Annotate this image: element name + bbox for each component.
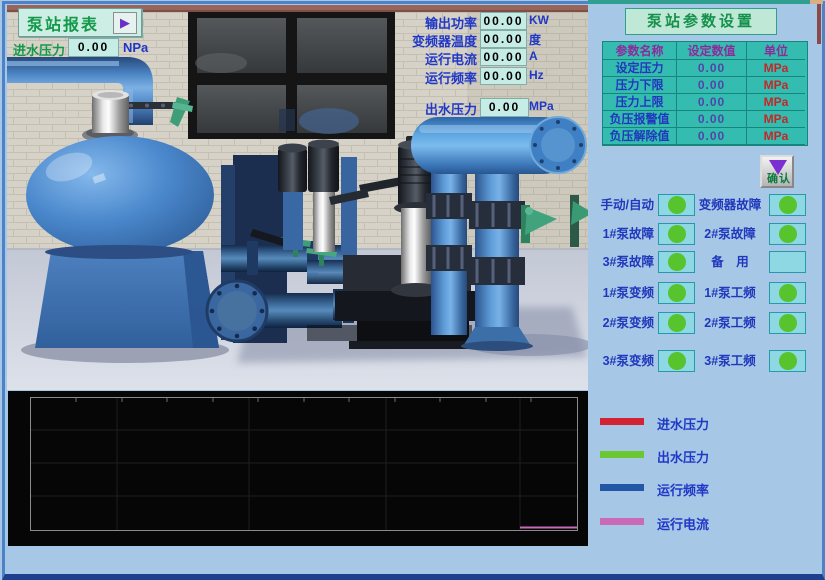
lamp-pump2-vfd (658, 312, 695, 334)
param-row-value[interactable]: 0.00 (677, 94, 747, 111)
lamp-circle (668, 284, 686, 302)
lamp-pump1-mains (769, 282, 806, 304)
param-row-value[interactable]: 0.00 (677, 77, 747, 94)
lamp-circle (779, 196, 797, 214)
run-current-unit: A (529, 49, 538, 63)
confirm-button-label: 确认 (767, 170, 791, 186)
param-row-unit: MPa (747, 111, 805, 128)
indicator-label-manual-auto: 手动/自动 (586, 194, 654, 216)
legend-swatch-inlet (600, 418, 644, 425)
parameter-table: 参数名称 设定数值 单位 设定压力 0.00 MPa 压力下限 0.00 MPa… (602, 41, 808, 146)
lamp-circle (668, 253, 686, 271)
param-row-name: 负压解除值 (603, 128, 677, 145)
trend-chart (8, 391, 588, 546)
param-row-value[interactable]: 0.00 (677, 60, 747, 77)
param-row-name: 压力下限 (603, 77, 677, 94)
plot-border (31, 398, 578, 531)
axis-ticks (76, 398, 531, 402)
lamp-pump2-fault (769, 223, 806, 245)
param-row-name: 设定压力 (603, 60, 677, 77)
output-power-value: 00.00 (480, 12, 527, 30)
lamp-circle (779, 352, 797, 370)
inverter-temp-unit: 度 (529, 31, 541, 48)
legend-swatch-outlet (600, 451, 644, 458)
lamp-pump1-vfd (658, 282, 695, 304)
param-row-unit: MPa (747, 94, 805, 111)
legend-swatch-current (600, 518, 644, 525)
output-power-unit: KW (529, 13, 549, 27)
lamp-vfd-fault (769, 194, 806, 216)
inlet-pressure-value: 0.00 (68, 38, 119, 57)
report-button-label: 泵站报表 (27, 11, 113, 35)
param-row-value[interactable]: 0.00 (677, 111, 747, 128)
tank-pedestal (35, 245, 219, 348)
param-row-name: 负压报警值 (603, 111, 677, 128)
indicator-label-pump2-fault: 2#泵故障 (694, 223, 766, 245)
lamp-pump2-mains (769, 312, 806, 334)
run-frequency-label: 运行频率 (405, 68, 477, 87)
lamp-circle (668, 314, 686, 332)
col-header-name: 参数名称 (603, 42, 677, 60)
run-frequency-value: 00.00 (480, 67, 527, 85)
lamp-circle (668, 352, 686, 370)
inverter-temp-label: 变频器温度 (405, 31, 477, 50)
param-row-unit: MPa (747, 128, 805, 145)
param-row-unit: MPa (747, 60, 805, 77)
lamp-circle (779, 314, 797, 332)
output-power-label: 输出功率 (405, 13, 477, 32)
indicator-label-pump3-vfd: 3#泵变频 (586, 350, 654, 372)
lamp-pump3-mains (769, 350, 806, 372)
param-row-unit: MPa (747, 77, 805, 94)
param-row-value[interactable]: 0.00 (677, 128, 747, 145)
lamp-circle (668, 196, 686, 214)
panel-top-strip (588, 0, 810, 4)
settings-panel-title: 泵站参数设置 (625, 8, 777, 35)
report-arrow-icon[interactable]: ▶ (113, 12, 137, 34)
indicator-label-spare: 备 用 (694, 251, 766, 273)
indicator-label-pump1-vfd: 1#泵变频 (586, 282, 654, 304)
col-header-value: 设定数值 (677, 42, 747, 60)
indicator-label-pump3-fault: 3#泵故障 (586, 251, 654, 273)
inlet-pressure-unit: NPa (123, 40, 148, 55)
run-current-value: 00.00 (480, 48, 527, 66)
inverter-temp-value: 00.00 (480, 30, 527, 48)
indicator-label-pump3-mains: 3#泵工频 (694, 350, 766, 372)
lamp-manual-auto (658, 194, 695, 216)
outlet-pressure-unit: MPa (529, 99, 554, 113)
param-row-name: 压力上限 (603, 94, 677, 111)
lamp-pump1-fault (658, 223, 695, 245)
run-frequency-unit: Hz (529, 68, 544, 82)
legend-label-outlet: 出水压力 (657, 447, 709, 466)
chart-grid (31, 398, 577, 530)
run-current-label: 运行电流 (405, 49, 477, 68)
legend-label-frequency: 运行频率 (657, 480, 709, 499)
indicator-label-pump2-mains: 2#泵工频 (694, 312, 766, 334)
lamp-circle (779, 225, 797, 243)
edge-accent (817, 4, 821, 44)
legend-swatch-frequency (600, 484, 644, 491)
indicator-label-pump2-vfd: 2#泵变频 (586, 312, 654, 334)
lamp-spare-empty (769, 251, 806, 273)
indicator-label-pump1-fault: 1#泵故障 (586, 223, 654, 245)
header-tank (411, 117, 586, 174)
legend-label-inlet: 进水压力 (657, 414, 709, 433)
confirm-button[interactable]: 确认 (760, 155, 794, 188)
window (188, 12, 395, 139)
report-button[interactable]: 泵站报表 ▶ (18, 8, 142, 37)
lamp-circle (668, 225, 686, 243)
lamp-pump3-vfd (658, 350, 695, 372)
indicator-label-vfd-fault: 变频器故障 (694, 194, 766, 216)
riser-pipes (426, 155, 533, 351)
inlet-pressure-label: 进水压力 (13, 40, 65, 59)
lamp-circle (779, 284, 797, 302)
col-header-unit: 单位 (747, 42, 805, 60)
legend-label-current: 运行电流 (657, 514, 709, 533)
indicator-label-pump1-mains: 1#泵工频 (694, 282, 766, 304)
outlet-pressure-label: 出水压力 (405, 99, 477, 118)
outlet-pressure-value: 0.00 (480, 98, 529, 117)
lamp-pump3-fault (658, 251, 695, 273)
